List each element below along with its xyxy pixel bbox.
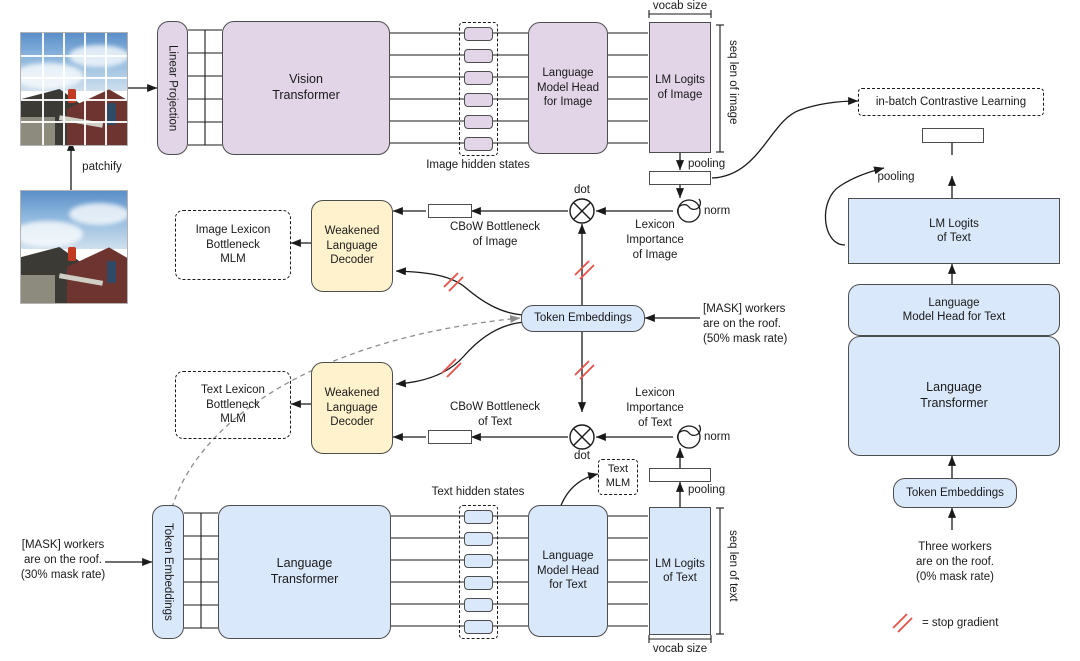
text-hidden-states-label: Text hidden states [431,486,525,498]
image-hidden-state-token [464,71,493,85]
language-transformer-text: Language Transformer [218,505,391,639]
vision-transformer-block: Vision Transformer [222,21,390,155]
language-transformer-right: Language Transformer [848,336,1060,456]
patchified-image-thumbnail [20,32,128,146]
patchify-label: patchify [82,161,122,173]
pooled-image-vector [649,171,711,185]
stop-gradient-legend-label: = stop gradient [922,617,999,629]
weakened-language-decoder-text: Weakened Language Decoder [311,362,393,454]
norm-label-text: norm [704,431,731,443]
unmasked-caption-0: Three workers are on the roof. (0% mask … [916,541,994,583]
text-hidden-state-token [464,576,493,590]
weakened-language-decoder-image: Weakened Language Decoder [311,200,393,292]
patch-grid-line [84,33,86,145]
patch-grid-line [21,99,127,101]
patch-grid-line [21,121,127,123]
roof-red [67,247,127,303]
cbow-text-vector [428,430,472,444]
image-hidden-states-group [459,22,498,156]
vocab-size-label-image: vocab size [652,0,708,12]
text-lexicon-bottleneck-mlm: Text Lexicon Bottleneck MLM [175,371,291,439]
cloud [69,203,127,225]
image-hidden-state-token [464,93,493,107]
text-hidden-state-token [464,532,493,546]
text-hidden-state-token [464,554,493,568]
patch-grid-line [21,55,127,57]
pooling-label-text: pooling [688,484,726,496]
patch-grid-line [105,33,107,145]
source-image-thumbnail [20,190,128,304]
patch-grid-line [42,33,44,145]
image-lexicon-bottleneck-mlm: Image Lexicon Bottleneck MLM [175,210,291,280]
image-hidden-state-token [464,27,493,41]
pooling-label-contrastive: pooling [877,171,915,183]
text-token-embeddings: Token Embeddings [152,505,184,639]
text-hidden-state-token [464,620,493,634]
dot-label-text: dot [574,450,590,462]
text-hidden-states-group [459,505,498,639]
image-hidden-state-token [464,137,493,151]
lm-head-text-right: Language Model Head for Text [848,284,1060,336]
dot-label-image: dot [574,184,590,196]
pooled-text-vector [649,468,711,482]
lm-logits-text-block: LM Logits of Text [649,507,711,635]
cbow-image-vector [428,204,472,218]
linear-projection-block: Linear Projection [157,21,188,155]
image-hidden-state-token [464,115,493,129]
pooled-contrastive-vector [922,128,984,143]
text-mlm-box: Text MLM [598,459,638,495]
wall [21,275,55,303]
lexicon-importance-text-label: Lexicon Importance of Text [626,387,684,429]
image-hidden-state-token [464,49,493,63]
lexicon-importance-image-label: Lexicon Importance of Image [626,219,684,261]
text-hidden-state-token [464,598,493,612]
seq-len-image-label: seq len of image [727,40,739,125]
lm-logits-text-right: LM Logits of Text [848,198,1060,264]
token-embeddings-right: Token Embeddings [893,478,1017,508]
text-hidden-state-token [464,510,493,524]
cbow-bottleneck-image-label: CBoW Bottleneck of Image [449,221,541,248]
in-batch-contrastive-learning: in-batch Contrastive Learning [858,88,1044,116]
lm-head-text-block: Language Model Head for Text [528,505,608,637]
norm-label-image: norm [704,205,731,217]
lm-logits-image-block: LM Logits of Image [649,22,711,153]
lm-head-image-block: Language Model Head for Image [528,22,608,154]
masked-caption-50: [MASK] workers are on the roof. (50% mas… [703,303,788,345]
seq-len-text-label: seq len of text [727,530,739,602]
person-standing [107,261,116,283]
roof-red [67,89,127,145]
patch-grid-line [63,33,65,145]
pooling-label-image: pooling [688,158,726,170]
shared-token-embeddings: Token Embeddings [521,305,645,332]
cbow-bottleneck-text-label: CBoW Bottleneck of Text [449,401,541,428]
person-on-roof [68,247,76,261]
image-hidden-states-label: Image hidden states [426,159,530,171]
vocab-size-label-text: vocab size [652,643,708,655]
masked-caption-30: [MASK] workers are on the roof. (30% mas… [20,539,106,581]
diagram-canvas: patchify Linear Projection Vision Transf… [0,0,1080,661]
patch-grid-line [21,77,127,79]
